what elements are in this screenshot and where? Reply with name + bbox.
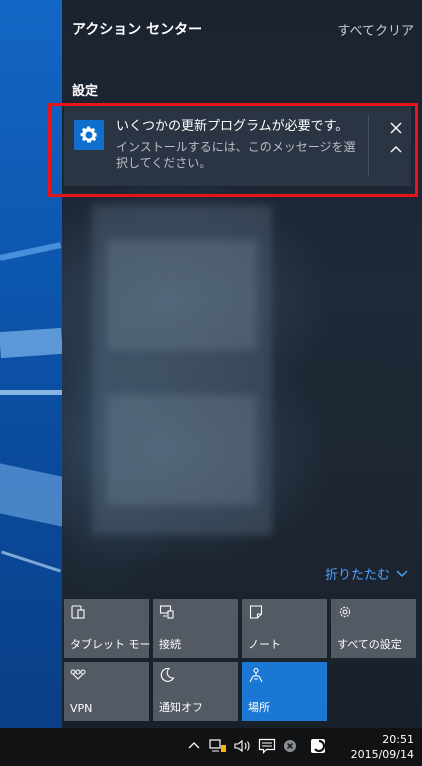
notification-divider	[368, 116, 369, 176]
tile-label: 接続	[159, 638, 181, 651]
gear-icon	[74, 120, 104, 150]
collapse-label: 折りたたむ	[324, 568, 390, 583]
desktop-wallpaper	[0, 0, 62, 728]
tile-label: 通知オフ	[159, 701, 203, 714]
section-label-settings: 設定	[72, 84, 99, 99]
quick-actions-grid: タブレット モード 接続 ノート すべての設定 VPN 通知オフ 場所	[64, 599, 418, 721]
close-icon[interactable]	[386, 118, 406, 138]
action-center-header: アクション センター すべてクリア	[72, 18, 414, 40]
notification-title: いくつかの更新プログラムが必要です。	[116, 119, 349, 134]
quick-action-note[interactable]: ノート	[242, 599, 327, 658]
tile-label: ノート	[248, 638, 281, 651]
taskbar-clock[interactable]: 20:51 2015/09/14	[351, 732, 414, 762]
connect-icon	[159, 605, 174, 619]
action-center-panel: アクション センター すべてクリア 設定 いくつかの更新プログラムが必要です。 …	[62, 0, 422, 728]
network-icon[interactable]	[209, 738, 227, 758]
quick-action-vpn[interactable]: VPN	[64, 662, 149, 721]
notification-body: インストールするには、このメッセージを選択してください。	[116, 140, 356, 170]
chevron-up-icon[interactable]	[188, 738, 200, 758]
taskbar: 20:51 2015/09/14	[0, 728, 422, 766]
notification-text: いくつかの更新プログラムが必要です。 インストールするには、このメッセージを選択…	[116, 118, 356, 171]
vpn-icon	[70, 669, 86, 680]
tile-label: VPN	[70, 702, 93, 715]
action-center-title: アクション センター	[72, 22, 203, 38]
clear-all-button[interactable]: すべてクリア	[337, 20, 414, 39]
moon-icon	[160, 667, 175, 682]
tablet-mode-icon	[71, 605, 85, 619]
quick-action-quiet-hours[interactable]: 通知オフ	[153, 662, 238, 721]
update-notification[interactable]: いくつかの更新プログラムが必要です。 インストールするには、このメッセージを選択…	[64, 106, 411, 186]
quick-action-all-settings[interactable]: すべての設定	[331, 599, 416, 658]
error-icon[interactable]	[283, 738, 297, 757]
tile-label: 場所	[248, 701, 270, 714]
quick-action-connect[interactable]: 接続	[153, 599, 238, 658]
note-icon	[249, 605, 263, 619]
tile-label: すべての設定	[337, 638, 402, 651]
quick-action-tablet-mode[interactable]: タブレット モード	[64, 599, 162, 658]
quick-action-location[interactable]: 場所	[242, 662, 327, 721]
clock-time: 20:51	[382, 733, 414, 746]
collapse-button[interactable]: 折りたたむ	[325, 564, 408, 583]
clock-date: 2015/09/14	[350, 748, 414, 761]
action-center-icon[interactable]	[258, 738, 276, 758]
location-icon	[249, 667, 263, 683]
chevron-down-icon	[396, 570, 408, 577]
gear-icon	[339, 606, 351, 618]
tile-label: タブレット モード	[70, 638, 162, 651]
app-tray-icon[interactable]	[310, 738, 326, 758]
volume-icon[interactable]	[233, 738, 253, 758]
chevron-up-icon[interactable]	[386, 140, 406, 158]
